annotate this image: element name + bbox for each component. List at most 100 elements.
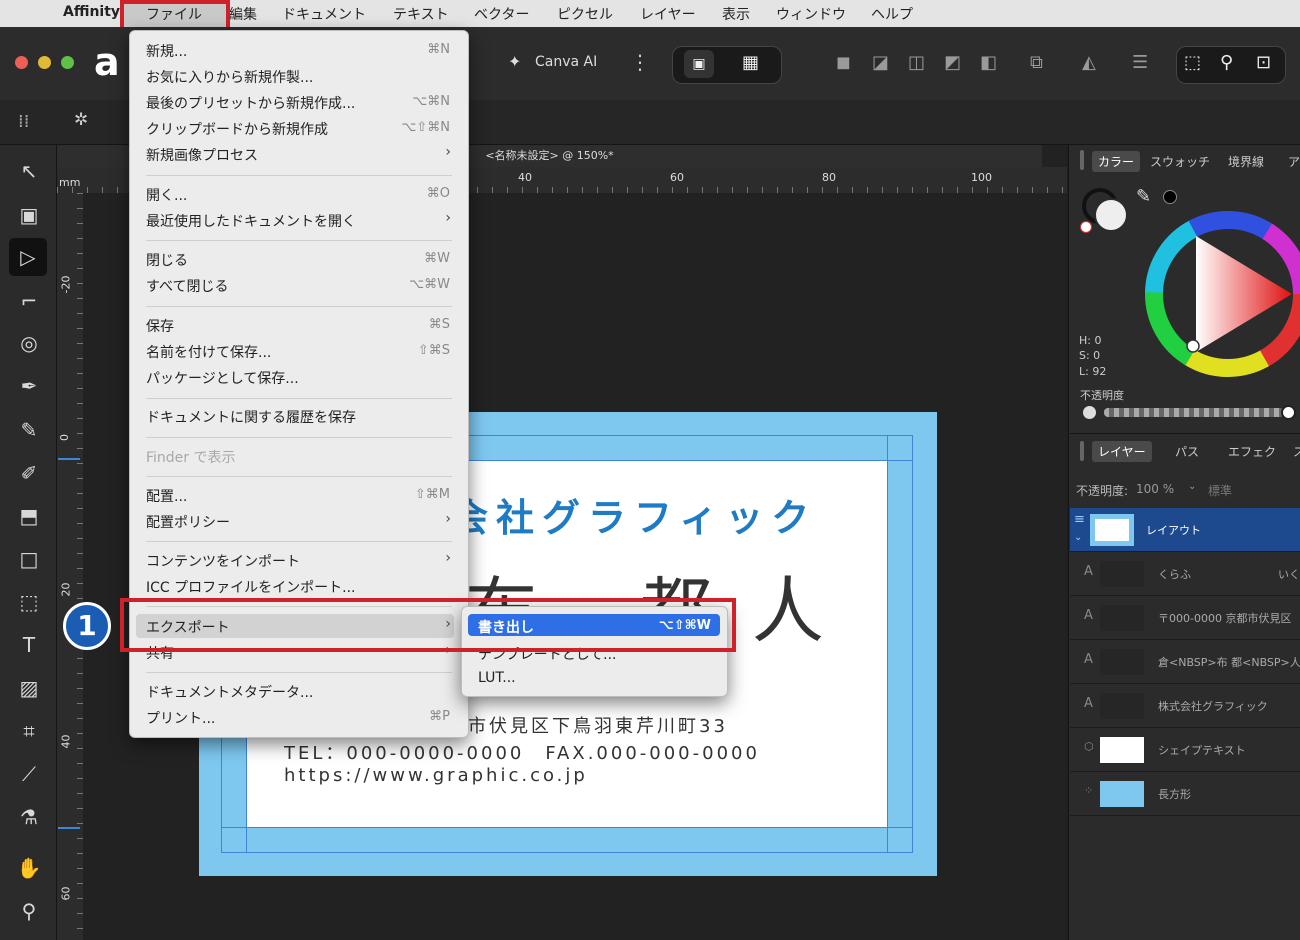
flip-icon[interactable]: ◭ bbox=[1082, 53, 1096, 73]
move-tool-icon[interactable]: ↖ bbox=[16, 158, 42, 184]
card-tel-fax[interactable]: TEL：000-0000-0000 FAX.000-000-0000 bbox=[284, 739, 760, 765]
menu-icon[interactable]: ≡ bbox=[1074, 512, 1085, 527]
boolean-xor-icon[interactable]: ◩ bbox=[944, 53, 961, 73]
layer-row[interactable]: A 〒000-0000 京都市伏見区 bbox=[1070, 596, 1300, 640]
menu-item-close[interactable]: 閉じる bbox=[146, 250, 188, 270]
artboard-tool-icon[interactable]: ▣ bbox=[16, 202, 42, 228]
app-menu[interactable]: Affinity bbox=[63, 4, 120, 20]
pencil-tool-icon[interactable]: ✎ bbox=[16, 417, 42, 443]
tab-effects[interactable]: エフェク bbox=[1228, 443, 1276, 460]
menu-item-new-from-last-preset[interactable]: 最後のプリセットから新規作成... bbox=[146, 93, 355, 113]
chevron-down-icon[interactable]: ⌄ bbox=[1188, 481, 1196, 492]
grid-dots-icon[interactable]: ⁞⁞ bbox=[18, 111, 29, 132]
measure-tool-icon[interactable]: ⟋ bbox=[16, 761, 42, 787]
canva-ai-button[interactable]: Canva AI bbox=[535, 54, 597, 70]
menu-item-export-lut[interactable]: LUT... bbox=[478, 670, 516, 686]
close-window-button[interactable] bbox=[15, 56, 28, 69]
opacity-slider-handle[interactable] bbox=[1281, 405, 1296, 420]
tab-styles[interactable]: ス bbox=[1293, 443, 1300, 460]
menu-item-new-from-favorites[interactable]: お気に入りから新規作製... bbox=[146, 67, 313, 87]
pen-tool-icon[interactable]: ✒ bbox=[16, 373, 42, 399]
menu-item-open[interactable]: 開く... bbox=[146, 185, 187, 205]
menu-help[interactable]: ヘルプ bbox=[871, 4, 913, 24]
layout-studio-icon[interactable]: ▣ bbox=[684, 50, 714, 78]
text-tool-icon[interactable]: T bbox=[16, 632, 42, 658]
fill-tool-icon[interactable]: ⬒ bbox=[16, 503, 42, 529]
menu-edit[interactable]: 編集 bbox=[229, 4, 257, 24]
chevron-down-icon[interactable]: ⌄ bbox=[1074, 532, 1082, 543]
menu-item-new[interactable]: 新規... bbox=[146, 41, 187, 61]
boolean-add-icon[interactable]: ◼ bbox=[836, 53, 851, 73]
menu-text[interactable]: テキスト bbox=[393, 4, 449, 24]
eyedropper-icon[interactable]: ✎ bbox=[1136, 186, 1151, 207]
point-transform-icon[interactable]: ◎ bbox=[16, 330, 42, 356]
tab-color[interactable]: カラー bbox=[1092, 151, 1141, 172]
menu-item-open-recent[interactable]: 最近使用したドキュメントを開く bbox=[146, 211, 356, 231]
node-tool-icon[interactable]: ▷ bbox=[9, 238, 47, 276]
no-color-icon[interactable] bbox=[1080, 221, 1092, 233]
menu-item-import-content[interactable]: コンテンツをインポート bbox=[146, 551, 300, 571]
tab-swatches[interactable]: スウォッチ bbox=[1150, 153, 1210, 170]
hand-tool-icon[interactable]: ✋ bbox=[16, 855, 42, 881]
more-icon[interactable]: ⋮ bbox=[630, 50, 650, 74]
menu-item-place[interactable]: 配置... bbox=[146, 486, 187, 506]
group-icon[interactable]: ⧉ bbox=[1030, 53, 1043, 73]
card-address[interactable]: 市伏見区下鳥羽東芹川町33 bbox=[468, 712, 728, 738]
menu-vector[interactable]: ベクター bbox=[474, 4, 529, 24]
menu-item-save-as-package[interactable]: パッケージとして保存... bbox=[146, 368, 299, 388]
boolean-divide-icon[interactable]: ◧ bbox=[980, 53, 997, 73]
layer-row[interactable]: ⁘ 長方形 bbox=[1070, 772, 1300, 816]
layer-opacity-value[interactable]: 100 % bbox=[1136, 482, 1174, 496]
minimize-window-button[interactable] bbox=[38, 56, 51, 69]
align-icon[interactable]: ☰ bbox=[1132, 53, 1148, 73]
frame-tool-icon[interactable]: ⬚ bbox=[16, 589, 42, 615]
menu-document[interactable]: ドキュメント bbox=[282, 4, 366, 24]
tab-layers[interactable]: レイヤー bbox=[1092, 441, 1152, 462]
menu-item-import-icc-profile[interactable]: ICC プロファイルをインポート... bbox=[146, 577, 355, 597]
pin-icon[interactable]: ⚲ bbox=[1220, 53, 1233, 73]
menu-pixel[interactable]: ピクセル bbox=[557, 4, 613, 24]
picked-color-swatch[interactable] bbox=[1163, 190, 1177, 204]
menu-item-save[interactable]: 保存 bbox=[146, 316, 174, 336]
card-company-name[interactable]: 会社グラフィック bbox=[450, 487, 817, 542]
layer-row-layout[interactable]: ≡ ⌄ レイアウト bbox=[1070, 508, 1300, 552]
menu-item-close-all[interactable]: すべて閉じる bbox=[146, 276, 228, 296]
card-url[interactable]: https://www.graphic.co.jp bbox=[284, 765, 588, 786]
color-wheel[interactable] bbox=[1140, 206, 1300, 382]
layer-row[interactable]: A くらふ いく bbox=[1070, 552, 1300, 596]
blend-mode-select[interactable]: 標準 bbox=[1208, 482, 1232, 499]
fill-color-well[interactable] bbox=[1094, 198, 1128, 232]
submenu-chevron-icon: › bbox=[445, 511, 451, 527]
gear-icon[interactable]: ✲ bbox=[74, 110, 88, 130]
snapping-icon[interactable]: ⊡ bbox=[1256, 53, 1271, 73]
menu-view[interactable]: 表示 bbox=[722, 4, 750, 24]
menu-item-print[interactable]: プリント... bbox=[146, 708, 215, 728]
corner-tool-icon[interactable]: ⌐ bbox=[16, 288, 42, 314]
zoom-tool-icon[interactable]: ⚲ bbox=[16, 898, 42, 924]
grid-studio-icon[interactable]: ▦ bbox=[742, 52, 759, 73]
layer-row[interactable]: A 倉<NBSP>布 都<NBSP>人 bbox=[1070, 640, 1300, 684]
menu-item-save-as[interactable]: 名前を付けて保存... bbox=[146, 342, 271, 362]
transform-icon[interactable]: ⬚ bbox=[1184, 53, 1201, 73]
menu-item-document-metadata[interactable]: ドキュメントメタデータ... bbox=[146, 682, 313, 702]
crop-tool-icon[interactable]: ⌗ bbox=[16, 718, 42, 744]
menu-item-placement-policy[interactable]: 配置ポリシー bbox=[146, 512, 230, 532]
menu-layer[interactable]: レイヤー bbox=[640, 4, 696, 24]
menu-item-new-image-process[interactable]: 新規画像プロセス bbox=[146, 145, 258, 165]
boolean-subtract-icon[interactable]: ◪ bbox=[872, 53, 889, 73]
image-tool-icon[interactable]: ▨ bbox=[16, 675, 42, 701]
menu-window[interactable]: ウィンドウ bbox=[776, 4, 846, 24]
opacity-slider[interactable] bbox=[1104, 408, 1284, 417]
vector-brush-icon[interactable]: ✐ bbox=[16, 460, 42, 486]
boolean-intersect-icon[interactable]: ◫ bbox=[908, 53, 925, 73]
layer-row[interactable]: ⬡ シェイプテキスト bbox=[1070, 728, 1300, 772]
tab-paths[interactable]: パス bbox=[1175, 443, 1199, 460]
rectangle-tool-icon[interactable]: □ bbox=[16, 546, 42, 572]
tab-stroke[interactable]: 境界線 bbox=[1228, 153, 1264, 170]
menu-item-save-history[interactable]: ドキュメントに関する履歴を保存 bbox=[146, 407, 356, 427]
tab-more[interactable]: ア bbox=[1288, 153, 1300, 170]
layer-row[interactable]: A 株式会社グラフィック bbox=[1070, 684, 1300, 728]
eyedropper-tool-icon[interactable]: ⚗ bbox=[16, 804, 42, 830]
menu-item-new-from-clipboard[interactable]: クリップボードから新規作成 bbox=[146, 119, 328, 139]
zoom-window-button[interactable] bbox=[61, 56, 74, 69]
